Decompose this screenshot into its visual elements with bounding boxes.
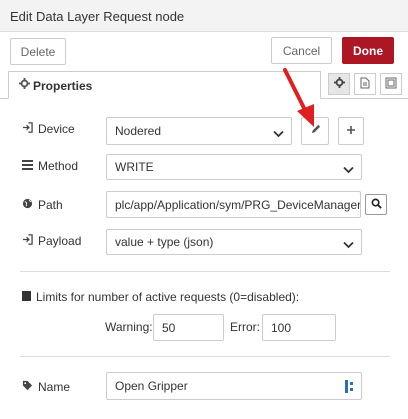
warning-value: 50	[162, 320, 176, 335]
tab-bar: Properties	[0, 71, 408, 99]
warning-label: Warning:	[105, 320, 153, 334]
name-label: Name	[38, 380, 71, 394]
done-button[interactable]: Done	[342, 37, 394, 64]
list-icon	[22, 159, 33, 173]
error-label: Error:	[230, 320, 260, 334]
sign-in-icon	[22, 234, 33, 248]
device-label-group: Device	[22, 122, 75, 136]
device-select[interactable]: Nodered	[106, 117, 292, 145]
method-select[interactable]: WRITE	[106, 154, 362, 180]
tab-properties-label: Properties	[33, 79, 93, 93]
chevron-down-icon	[343, 163, 354, 177]
file-icon	[360, 77, 370, 92]
divider	[20, 356, 390, 357]
payload-label-group: Payload	[22, 234, 81, 248]
warning-input[interactable]: 50	[153, 314, 224, 341]
toggle-icon[interactable]	[345, 380, 355, 396]
plus-icon	[346, 124, 356, 138]
method-label: Method	[38, 159, 79, 173]
dialog-title: Edit Data Layer Request node	[10, 9, 185, 24]
path-label: Path	[38, 198, 63, 212]
cog-icon	[333, 77, 345, 91]
payload-value: value + type (json)	[115, 235, 214, 249]
pencil-icon	[310, 124, 321, 138]
appearance-tab-icon[interactable]	[380, 73, 402, 95]
tag-icon	[22, 380, 33, 394]
error-value: 100	[271, 320, 292, 335]
dialog-titlebar: Edit Data Layer Request node	[0, 0, 408, 32]
add-device-button[interactable]	[338, 117, 364, 145]
limits-label: Limits for number of active requests (0=…	[36, 290, 300, 304]
method-value: WRITE	[115, 160, 154, 174]
chevron-down-icon	[343, 238, 354, 252]
edit-device-button[interactable]	[301, 117, 329, 145]
name-input[interactable]: Open Gripper	[106, 372, 362, 400]
name-label-group: Name	[22, 380, 70, 394]
device-value: Nodered	[115, 124, 162, 138]
path-label-group: Path	[22, 198, 63, 212]
settings-tab-icon[interactable]	[328, 73, 350, 95]
description-tab-icon[interactable]	[354, 73, 376, 95]
path-value: plc/app/Application/sym/PRG_DeviceManage…	[115, 197, 361, 212]
browse-path-button[interactable]	[365, 194, 387, 215]
tab-properties[interactable]: Properties	[8, 71, 321, 99]
chevron-down-icon	[273, 127, 284, 141]
limits-label-group: Limits for number of active requests (0=…	[22, 290, 299, 304]
sign-in-icon	[22, 122, 33, 136]
cancel-button[interactable]: Cancel	[271, 37, 332, 64]
globe-icon	[22, 198, 33, 212]
payload-select[interactable]: value + type (json)	[106, 229, 362, 255]
name-value: Open Gripper	[115, 379, 188, 393]
search-icon	[371, 198, 382, 212]
delete-button[interactable]: Delete	[10, 38, 66, 65]
path-input[interactable]: plc/app/Application/sym/PRG_DeviceManage…	[106, 191, 361, 218]
layout-icon	[385, 77, 397, 92]
error-input[interactable]: 100	[262, 314, 336, 341]
payload-label: Payload	[38, 234, 82, 248]
device-label: Device	[38, 122, 75, 136]
cog-icon	[19, 78, 30, 92]
square-icon	[22, 290, 31, 304]
divider	[20, 271, 390, 272]
method-label-group: Method	[22, 159, 78, 173]
